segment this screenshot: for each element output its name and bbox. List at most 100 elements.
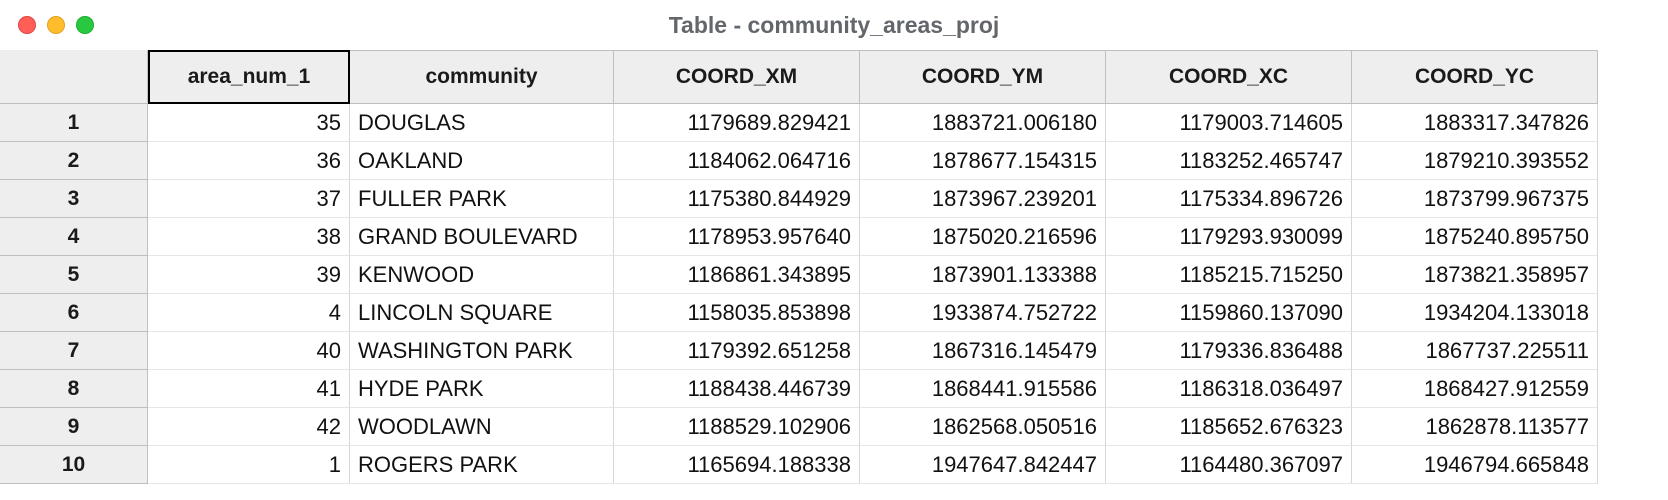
cell-coord_xm[interactable]: 1175380.844929 [614,180,860,218]
cell-coord_xc[interactable]: 1183252.465747 [1106,142,1352,180]
row-header[interactable]: 9 [0,408,148,446]
row-header[interactable]: 1 [0,104,148,142]
table-row[interactable]: 101ROGERS PARK1165694.1883381947647.8424… [0,446,1668,484]
cell-coord_ym[interactable]: 1875020.216596 [860,218,1106,256]
row-header[interactable]: 4 [0,218,148,256]
table-row[interactable]: 841HYDE PARK1188438.4467391868441.915586… [0,370,1668,408]
row-header[interactable]: 3 [0,180,148,218]
cell-community[interactable]: FULLER PARK [350,180,614,218]
row-header[interactable]: 8 [0,370,148,408]
column-header-community[interactable]: community [350,50,614,104]
cell-coord_xc[interactable]: 1159860.137090 [1106,294,1352,332]
cell-coord_yc[interactable]: 1875240.895750 [1352,218,1598,256]
column-header-coord_ym[interactable]: COORD_YM [860,50,1106,104]
cell-coord_xc[interactable]: 1186318.036497 [1106,370,1352,408]
cell-coord_xc[interactable]: 1185652.676323 [1106,408,1352,446]
cell-coord_yc[interactable]: 1879210.393552 [1352,142,1598,180]
cell-community[interactable]: HYDE PARK [350,370,614,408]
cell-area_num_1[interactable]: 37 [148,180,350,218]
row-header[interactable]: 5 [0,256,148,294]
cell-coord_yc[interactable]: 1868427.912559 [1352,370,1598,408]
cell-area_num_1[interactable]: 39 [148,256,350,294]
table-row[interactable]: 740WASHINGTON PARK1179392.6512581867316.… [0,332,1668,370]
table-row[interactable]: 337FULLER PARK1175380.8449291873967.2392… [0,180,1668,218]
window-title: Table - community_areas_proj [0,12,1668,39]
cell-community[interactable]: KENWOOD [350,256,614,294]
cell-community[interactable]: WASHINGTON PARK [350,332,614,370]
cell-area_num_1[interactable]: 41 [148,370,350,408]
cell-coord_yc[interactable]: 1873821.358957 [1352,256,1598,294]
cell-coord_xc[interactable]: 1179293.930099 [1106,218,1352,256]
cell-coord_xc[interactable]: 1179003.714605 [1106,104,1352,142]
table-row[interactable]: 539KENWOOD1186861.3438951873901.13338811… [0,256,1668,294]
cell-coord_xm[interactable]: 1158035.853898 [614,294,860,332]
cell-coord_yc[interactable]: 1862878.113577 [1352,408,1598,446]
column-header-label: community [425,65,537,89]
table-row[interactable]: 236OAKLAND1184062.0647161878677.15431511… [0,142,1668,180]
column-header-coord_xm[interactable]: COORD_XM [614,50,860,104]
cell-community[interactable]: GRAND BOULEVARD [350,218,614,256]
table-window: Table - community_areas_proj area_num_1 c… [0,0,1668,500]
column-header-coord_yc[interactable]: COORD_YC [1352,50,1598,104]
cell-coord_ym[interactable]: 1883721.006180 [860,104,1106,142]
window-controls [18,16,94,34]
close-icon[interactable] [18,16,36,34]
cell-area_num_1[interactable]: 42 [148,408,350,446]
table-row[interactable]: 64LINCOLN SQUARE1158035.8538981933874.75… [0,294,1668,332]
cell-coord_ym[interactable]: 1873901.133388 [860,256,1106,294]
table-row[interactable]: 942WOODLAWN1188529.1029061862568.0505161… [0,408,1668,446]
column-header-label: COORD_XC [1169,65,1288,89]
row-header[interactable]: 7 [0,332,148,370]
column-header-row: area_num_1 community COORD_XM COORD_YM COORD… [0,50,1668,104]
row-header[interactable]: 2 [0,142,148,180]
cell-coord_xc[interactable]: 1185215.715250 [1106,256,1352,294]
cell-coord_ym[interactable]: 1947647.842447 [860,446,1106,484]
cell-coord_ym[interactable]: 1862568.050516 [860,408,1106,446]
cell-coord_xm[interactable]: 1188438.446739 [614,370,860,408]
cell-coord_xc[interactable]: 1179336.836488 [1106,332,1352,370]
cell-coord_xm[interactable]: 1178953.957640 [614,218,860,256]
cell-area_num_1[interactable]: 38 [148,218,350,256]
cell-area_num_1[interactable]: 40 [148,332,350,370]
cell-coord_xm[interactable]: 1184062.064716 [614,142,860,180]
titlebar[interactable]: Table - community_areas_proj [0,0,1668,50]
cell-coord_yc[interactable]: 1867737.225511 [1352,332,1598,370]
column-header-label: COORD_YM [922,65,1043,89]
cell-coord_yc[interactable]: 1883317.347826 [1352,104,1598,142]
column-header-area_num_1[interactable]: area_num_1 [148,50,350,104]
cell-area_num_1[interactable]: 1 [148,446,350,484]
column-header-coord_xc[interactable]: COORD_XC [1106,50,1352,104]
cell-coord_yc[interactable]: 1873799.967375 [1352,180,1598,218]
cell-coord_xm[interactable]: 1165694.188338 [614,446,860,484]
cell-community[interactable]: DOUGLAS [350,104,614,142]
select-all-corner[interactable] [0,50,148,104]
cell-coord_xc[interactable]: 1164480.367097 [1106,446,1352,484]
cell-area_num_1[interactable]: 35 [148,104,350,142]
cell-coord_xm[interactable]: 1188529.102906 [614,408,860,446]
cell-coord_xm[interactable]: 1179392.651258 [614,332,860,370]
cell-coord_ym[interactable]: 1878677.154315 [860,142,1106,180]
cell-coord_yc[interactable]: 1934204.133018 [1352,294,1598,332]
table-row[interactable]: 135DOUGLAS1179689.8294211883721.00618011… [0,104,1668,142]
row-header[interactable]: 6 [0,294,148,332]
cell-coord_ym[interactable]: 1933874.752722 [860,294,1106,332]
cell-community[interactable]: WOODLAWN [350,408,614,446]
table-row[interactable]: 438GRAND BOULEVARD1178953.9576401875020.… [0,218,1668,256]
minimize-icon[interactable] [47,16,65,34]
maximize-icon[interactable] [76,16,94,34]
cell-coord_ym[interactable]: 1868441.915586 [860,370,1106,408]
cell-coord_xm[interactable]: 1186861.343895 [614,256,860,294]
cell-community[interactable]: OAKLAND [350,142,614,180]
cell-coord_ym[interactable]: 1873967.239201 [860,180,1106,218]
cell-coord_ym[interactable]: 1867316.145479 [860,332,1106,370]
cell-coord_yc[interactable]: 1946794.665848 [1352,446,1598,484]
cell-coord_xm[interactable]: 1179689.829421 [614,104,860,142]
cell-area_num_1[interactable]: 36 [148,142,350,180]
cell-coord_xc[interactable]: 1175334.896726 [1106,180,1352,218]
column-header-label: COORD_YC [1415,65,1534,89]
cell-community[interactable]: LINCOLN SQUARE [350,294,614,332]
cell-community[interactable]: ROGERS PARK [350,446,614,484]
cell-area_num_1[interactable]: 4 [148,294,350,332]
column-header-label: COORD_XM [676,65,797,89]
row-header[interactable]: 10 [0,446,148,484]
